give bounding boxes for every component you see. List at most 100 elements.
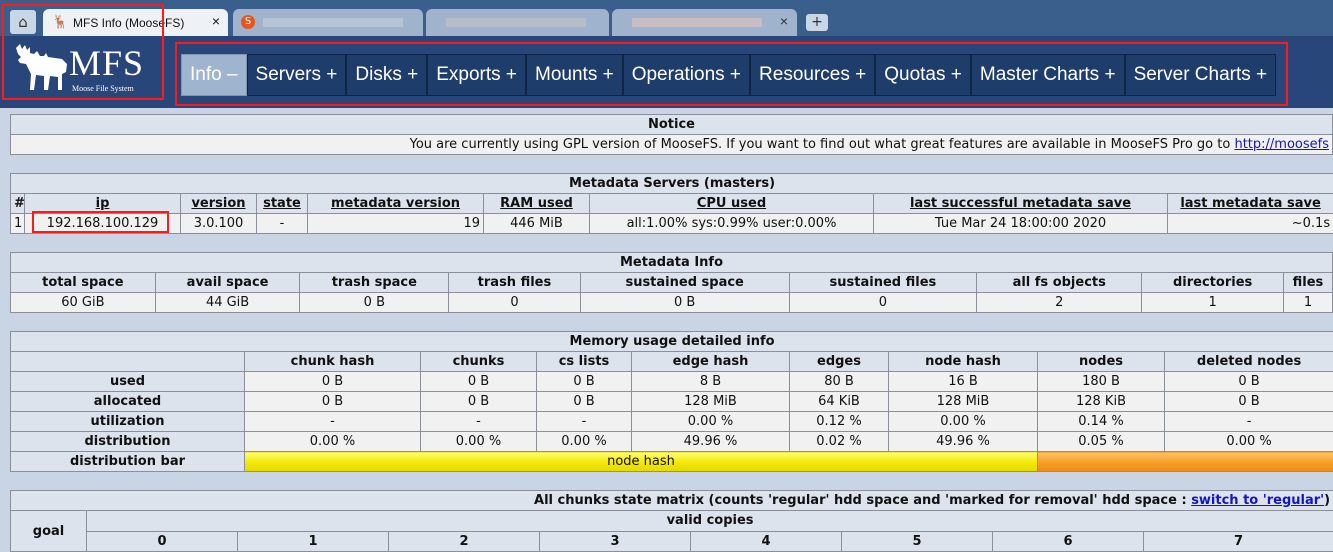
notice-title: Notice — [11, 115, 1333, 135]
col-header: trash files — [449, 273, 580, 293]
cell: 0.14 % — [1038, 412, 1165, 432]
col-header: chunks — [421, 352, 537, 372]
copies-header: 3 — [540, 531, 691, 552]
col-header-last-save[interactable]: last metadata save — [1168, 194, 1333, 214]
tab-4[interactable]: × — [612, 9, 797, 36]
col-header: sustained files — [789, 273, 977, 293]
cell: ~0.1s — [1168, 214, 1333, 234]
col-header-version[interactable]: version — [181, 194, 257, 214]
cell: 0.00 % — [245, 432, 421, 452]
cell: 49.96 % — [889, 432, 1038, 452]
cell: 0.02 % — [790, 432, 889, 452]
cell: 0.00 % — [1165, 432, 1333, 452]
row-label: used — [11, 372, 245, 392]
memory-table: Memory usage detailed info chunk hash ch… — [10, 331, 1333, 472]
browser-tab-bar: ⌂ 🦌 MFS Info (MooseFS) × S × + — [0, 0, 1333, 36]
col-header-metadata-version[interactable]: metadata version — [308, 194, 484, 214]
distribution-bar-row: distribution bar node hash — [11, 452, 1333, 472]
goal-header: goal — [11, 511, 87, 552]
cell: 0 B — [580, 293, 789, 313]
metadata-info-title: Metadata Info — [11, 253, 1333, 273]
site-favicon-icon: S — [241, 15, 255, 29]
cell: 44 GiB — [155, 293, 300, 313]
cell: 2 — [977, 293, 1142, 313]
col-header: total space — [11, 273, 156, 293]
annotation-box-ip — [32, 211, 169, 233]
annotation-box-nav — [175, 42, 1288, 106]
cell: 0 B — [245, 372, 421, 392]
tab-close-icon[interactable]: × — [780, 13, 788, 29]
cell: 128 KiB — [1038, 392, 1165, 412]
masters-title: Metadata Servers (masters) — [11, 174, 1333, 194]
col-header-last-successful-save[interactable]: last successful metadata save — [874, 194, 1168, 214]
copies-header: 7 — [1144, 531, 1333, 552]
cell: 60 GiB — [11, 293, 156, 313]
table-row: 60 GiB 44 GiB 0 B 0 0 B 0 2 1 1 — [11, 293, 1333, 313]
table-row: allocated 0 B 0 B 0 B 128 MiB 64 KiB 128… — [11, 392, 1333, 412]
cell: 3.0.100 — [181, 214, 257, 234]
cell: 8 B — [632, 372, 790, 392]
cell: 446 MiB — [484, 214, 590, 234]
tab-2[interactable]: S — [233, 9, 423, 36]
copies-header: 1 — [238, 531, 389, 552]
masters-table: Metadata Servers (masters) # ip version … — [10, 173, 1333, 234]
cell: - — [1165, 412, 1333, 432]
copies-header: 6 — [993, 531, 1144, 552]
col-header-cpu-used[interactable]: CPU used — [590, 194, 874, 214]
cell: 0.00 % — [537, 432, 632, 452]
tab-3[interactable] — [426, 9, 609, 36]
table-row: used 0 B 0 B 0 B 8 B 80 B 16 B 180 B 0 B — [11, 372, 1333, 392]
copies-header: 4 — [691, 531, 842, 552]
cell: 19 — [308, 214, 484, 234]
cell: all:1.00% sys:0.99% user:0.00% — [590, 214, 874, 234]
cell: - — [421, 412, 537, 432]
col-header: edge hash — [632, 352, 790, 372]
cell: 64 KiB — [790, 392, 889, 412]
col-header: edges — [790, 352, 889, 372]
row-label: distribution — [11, 432, 245, 452]
col-header: sustained space — [580, 273, 789, 293]
col-header-empty — [11, 352, 245, 372]
chunk-matrix-title: All chunks state matrix (counts 'regular… — [11, 491, 1333, 511]
col-header: chunk hash — [245, 352, 421, 372]
col-header: all fs objects — [977, 273, 1142, 293]
copies-header: 0 — [87, 531, 238, 552]
table-row: utilization - - - 0.00 % 0.12 % 0.00 % 0… — [11, 412, 1333, 432]
cell: 128 MiB — [889, 392, 1038, 412]
col-header: directories — [1142, 273, 1284, 293]
col-header: # — [11, 194, 25, 214]
metadata-info-table: Metadata Info total space avail space tr… — [10, 252, 1333, 313]
cell: 0 B — [421, 392, 537, 412]
col-header-ram-used[interactable]: RAM used — [484, 194, 590, 214]
switch-to-regular-link[interactable]: switch to 'regular' — [1191, 493, 1324, 508]
cell: 0 B — [421, 372, 537, 392]
tab-title-blurred — [263, 18, 403, 27]
cell: - — [257, 214, 308, 234]
tab-close-icon[interactable]: × — [212, 13, 220, 29]
moosefs-link[interactable]: http://moosefs — [1234, 137, 1329, 152]
cell: 80 B — [790, 372, 889, 392]
cell: 16 B — [889, 372, 1038, 392]
cell: 0 B — [537, 392, 632, 412]
tab-title-blurred — [632, 18, 762, 27]
cell: 1 — [11, 214, 25, 234]
cell: - — [537, 412, 632, 432]
cell: 0.12 % — [790, 412, 889, 432]
chunk-matrix-table: All chunks state matrix (counts 'regular… — [10, 490, 1333, 552]
tab-title-blurred — [446, 18, 586, 27]
new-tab-button[interactable]: + — [806, 14, 828, 31]
col-header-state[interactable]: state — [257, 194, 308, 214]
distribution-bar-node-hash: node hash — [245, 452, 1038, 472]
cell: 0.00 % — [421, 432, 537, 452]
cell: 0.00 % — [632, 412, 790, 432]
row-label: utilization — [11, 412, 245, 432]
col-header: node hash — [889, 352, 1038, 372]
cell: 0 B — [300, 293, 449, 313]
cell: 180 B — [1038, 372, 1165, 392]
valid-copies-header: valid copies — [87, 511, 1333, 532]
cell: 1 — [1142, 293, 1284, 313]
cell: 128 MiB — [632, 392, 790, 412]
cell: - — [245, 412, 421, 432]
col-header: nodes — [1038, 352, 1165, 372]
cell: 0 B — [537, 372, 632, 392]
